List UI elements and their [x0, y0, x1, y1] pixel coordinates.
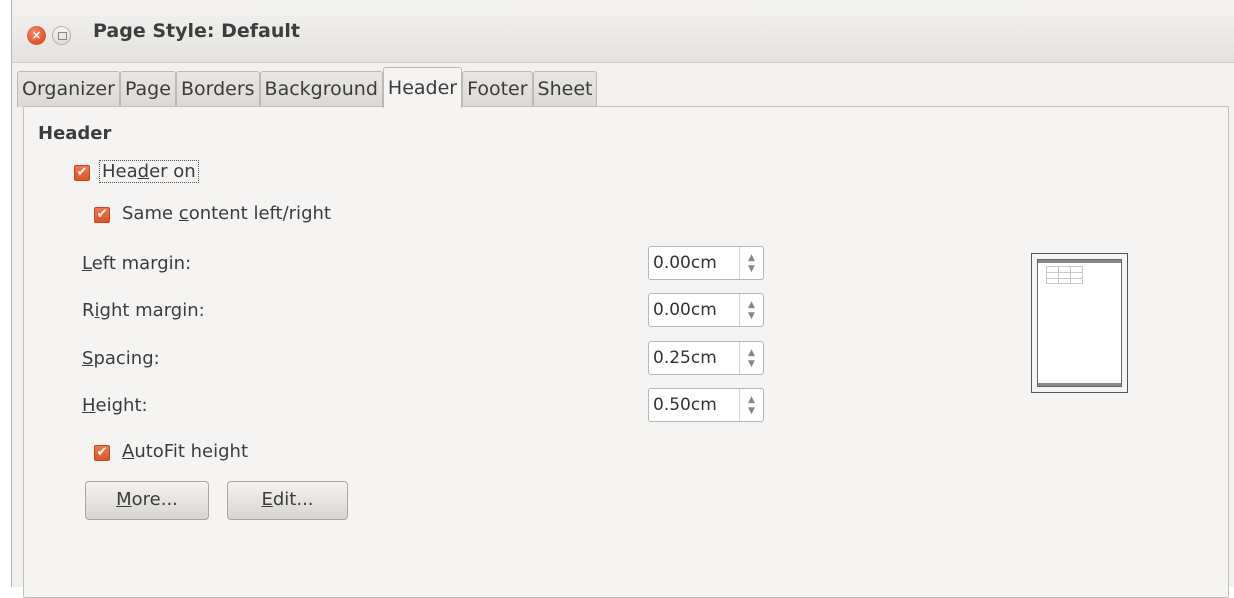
spacing-spinner[interactable]: 0.25cm ▲ ▼: [648, 341, 764, 375]
height-spinner[interactable]: 0.50cm ▲ ▼: [648, 388, 764, 422]
spacing-label: Spacing:: [82, 348, 160, 369]
same-content-label[interactable]: Same content left/right: [122, 203, 331, 224]
preview-footer-bar: [1038, 383, 1121, 386]
same-content-checkbox[interactable]: ✔: [94, 207, 110, 223]
height-value[interactable]: 0.50cm: [653, 395, 717, 415]
section-title-header: Header: [38, 123, 112, 144]
edit-button[interactable]: Edit...: [227, 481, 348, 520]
close-icon[interactable]: ×: [27, 26, 46, 45]
tab-bar: Organizer Page Borders Background Header…: [17, 66, 598, 108]
spinner-arrows-icon[interactable]: ▲ ▼: [739, 294, 763, 326]
preview-sheet-grid-icon: [1046, 266, 1083, 284]
spacing-value[interactable]: 0.25cm: [653, 348, 717, 368]
maximize-icon[interactable]: [52, 26, 71, 45]
height-label: Height:: [82, 395, 148, 416]
right-margin-spinner[interactable]: 0.00cm ▲ ▼: [648, 293, 764, 327]
tab-background[interactable]: Background: [259, 71, 383, 107]
title-bar: × Page Style: Default: [12, 0, 1234, 63]
left-margin-value[interactable]: 0.00cm: [653, 253, 717, 273]
right-margin-value[interactable]: 0.00cm: [653, 300, 717, 320]
tab-sheet[interactable]: Sheet: [532, 71, 598, 107]
autofit-height-checkbox[interactable]: ✔: [94, 445, 110, 461]
right-margin-label: Right margin:: [82, 300, 205, 321]
tab-borders[interactable]: Borders: [175, 71, 260, 107]
preview-page: [1037, 259, 1122, 387]
window-title: Page Style: Default: [93, 20, 300, 42]
page-style-dialog: × Page Style: Default Organizer Page Bor…: [11, 0, 1234, 598]
preview-header-bar: [1038, 260, 1121, 263]
check-icon: ✔: [96, 445, 108, 460]
header-on-label[interactable]: Header on: [99, 160, 199, 183]
spinner-arrows-icon[interactable]: ▲ ▼: [739, 247, 763, 279]
page-preview: [1031, 253, 1128, 393]
check-icon: ✔: [96, 207, 108, 222]
tab-page[interactable]: Page: [119, 71, 176, 107]
left-margin-spinner[interactable]: 0.00cm ▲ ▼: [648, 246, 764, 280]
more-button[interactable]: More...: [85, 481, 209, 520]
tab-organizer[interactable]: Organizer: [17, 71, 120, 107]
check-icon: ✔: [76, 165, 88, 180]
tab-footer[interactable]: Footer: [462, 71, 533, 107]
tab-header[interactable]: Header: [382, 67, 463, 108]
autofit-height-label[interactable]: AutoFit height: [122, 441, 248, 462]
header-on-checkbox[interactable]: ✔: [74, 165, 90, 181]
spinner-arrows-icon[interactable]: ▲ ▼: [739, 342, 763, 374]
left-margin-label: Left margin:: [82, 253, 192, 274]
spinner-arrows-icon[interactable]: ▲ ▼: [739, 389, 763, 421]
header-tab-panel: Header ✔ Header on ✔ Same content left/r…: [23, 106, 1229, 598]
